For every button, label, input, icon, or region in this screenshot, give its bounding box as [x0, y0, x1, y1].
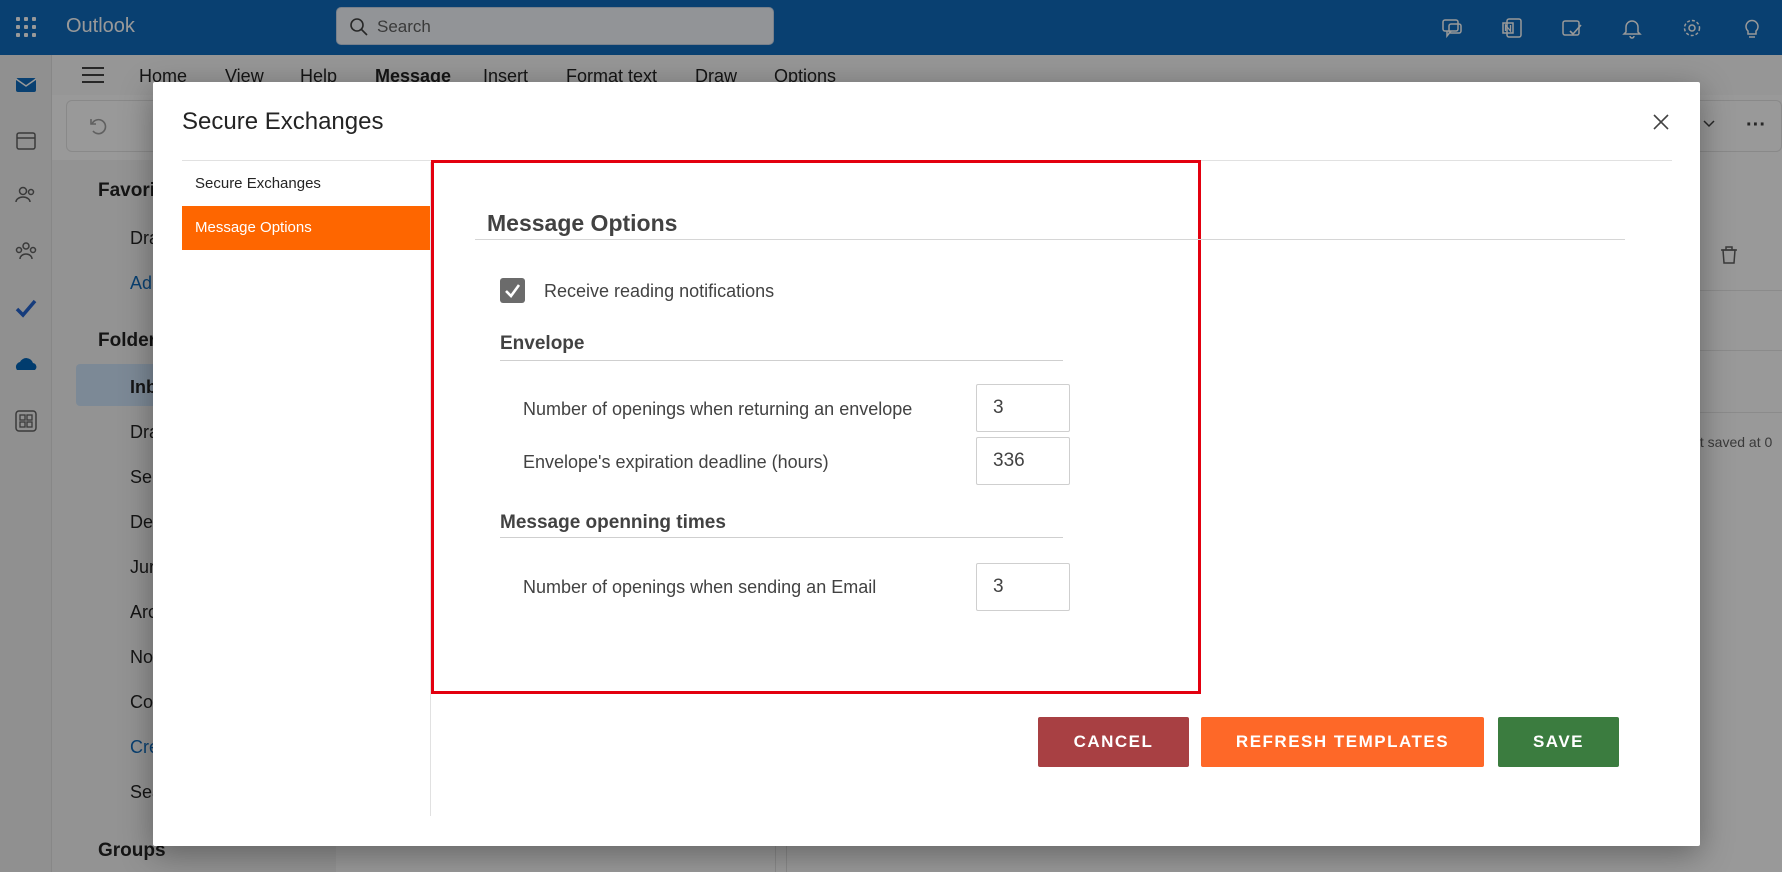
- section-title: Message Options: [487, 210, 678, 236]
- cancel-button[interactable]: CANCEL: [1038, 717, 1189, 767]
- envelope-openings-input[interactable]: [976, 384, 1070, 432]
- message-times-title: Message openning times: [500, 512, 726, 533]
- checkmark-icon: [505, 284, 521, 298]
- highlight-box: [431, 160, 1201, 694]
- save-button[interactable]: SAVE: [1498, 717, 1619, 767]
- message-times-divider: [500, 537, 1063, 538]
- menu-item-secure-exchanges[interactable]: Secure Exchanges: [182, 162, 430, 206]
- envelope-expiration-label: Envelope's expiration deadline (hours): [523, 452, 829, 472]
- envelope-divider: [500, 360, 1063, 361]
- reading-notifications-label: Receive reading notifications: [544, 281, 775, 301]
- menu-item-message-options[interactable]: Message Options: [182, 206, 430, 250]
- close-icon[interactable]: [1651, 112, 1671, 132]
- email-openings-label: Number of openings when sending an Email: [523, 577, 877, 597]
- envelope-title: Envelope: [500, 333, 585, 354]
- email-openings-input[interactable]: [976, 563, 1070, 611]
- reading-notifications-checkbox[interactable]: [500, 278, 525, 303]
- envelope-openings-label: Number of openings when returning an env…: [523, 399, 913, 419]
- secure-exchanges-dialog: Secure Exchanges Secure Exchanges Messag…: [153, 82, 1700, 846]
- section-divider: [475, 239, 1625, 240]
- envelope-expiration-input[interactable]: [976, 437, 1070, 485]
- dialog-title: Secure Exchanges: [182, 108, 384, 135]
- refresh-templates-button[interactable]: REFRESH TEMPLATES: [1201, 717, 1484, 767]
- dialog-side-menu: Secure Exchanges Message Options: [182, 162, 430, 250]
